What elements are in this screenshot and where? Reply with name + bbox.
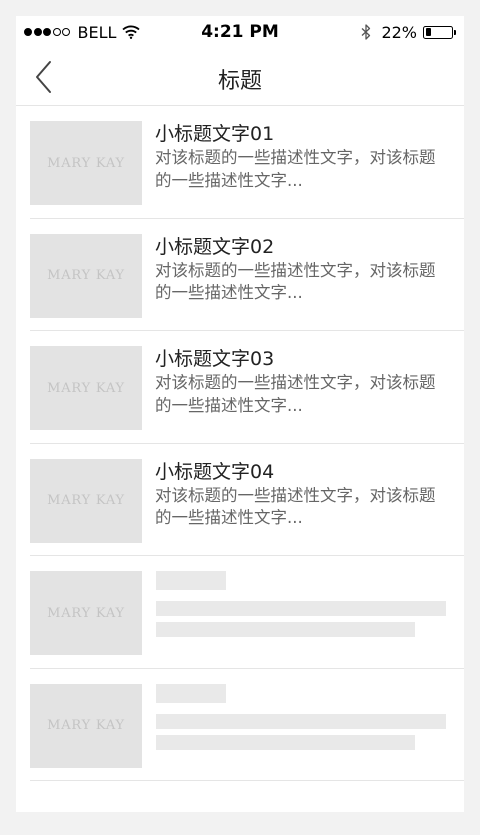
- item-description: 对该标题的一些描述性文字，对该标题的一些描述性文字...: [155, 485, 436, 528]
- status-right: 22%: [361, 22, 456, 42]
- list-item[interactable]: MARY KAY 小标题文字01 对该标题的一些描述性文字，对该标题的一些描述性…: [16, 106, 464, 219]
- brand-logo: MARY KAY: [47, 380, 125, 396]
- skeleton-title: [156, 683, 226, 703]
- list-item[interactable]: MARY KAY 小标题文字03 对该标题的一些描述性文字，对该标题的一些描述性…: [16, 331, 464, 444]
- skeleton-line: [156, 713, 446, 729]
- battery-icon: [423, 25, 453, 39]
- skeleton-line: [156, 601, 446, 616]
- battery-fill: [425, 28, 431, 36]
- status-bar: BELL 4:21 PM 22%: [16, 16, 464, 48]
- brand-logo: MARY KAY: [47, 718, 125, 733]
- item-description: 对该标题的一些描述性文字，对该标题的一些描述性文字...: [155, 148, 436, 190]
- item-title: 小标题文字01: [155, 123, 275, 145]
- page-title: 标题: [217, 69, 262, 94]
- battery-percentage: 22%: [381, 22, 417, 42]
- skeleton-title: [156, 571, 226, 590]
- list-item[interactable]: MARY KAY 小标题文字04 对该标题的一些描述性文字，对该标题的一些描述性…: [16, 444, 464, 557]
- skeleton-line: [156, 734, 415, 750]
- item-thumbnail: MARY KAY: [30, 121, 142, 205]
- skeleton-line: [156, 622, 415, 637]
- item-title: 小标题文字03: [155, 348, 275, 370]
- brand-logo: MARY KAY: [47, 493, 125, 508]
- item-thumbnail: MARY KAY: [30, 571, 142, 655]
- bluetooth-icon: [361, 24, 371, 40]
- item-thumbnail: MARY KAY: [30, 458, 142, 543]
- brand-logo: MARY KAY: [47, 268, 125, 283]
- item-title: 小标题文字04: [155, 460, 275, 483]
- item-thumbnail: MARY KAY: [30, 346, 142, 430]
- item-description: 对该标题的一些描述性文字，对该标题的一些描述性文字...: [155, 260, 436, 303]
- phone-screen: BELL 4:21 PM 22% 标题 MARY KAY 小标题文字01 对该标…: [16, 16, 464, 812]
- navigation-bar: 标题: [16, 48, 464, 106]
- battery-tip: [454, 29, 456, 35]
- item-thumbnail: MARY KAY: [30, 233, 142, 318]
- item-description: 对该标题的一些描述性文字，对该标题的一些描述性文字...: [155, 373, 436, 415]
- list-item[interactable]: MARY KAY 小标题文字02 对该标题的一些描述性文字，对该标题的一些描述性…: [16, 219, 464, 332]
- item-title: 小标题文字02: [155, 235, 275, 258]
- list-item-placeholder: MARY KAY: [16, 556, 464, 669]
- item-thumbnail: MARY KAY: [30, 683, 142, 768]
- content-list: MARY KAY 小标题文字01 对该标题的一些描述性文字，对该标题的一些描述性…: [16, 106, 464, 781]
- brand-logo: MARY KAY: [47, 155, 125, 171]
- list-item-placeholder: MARY KAY: [16, 669, 464, 782]
- brand-logo: MARY KAY: [47, 605, 125, 621]
